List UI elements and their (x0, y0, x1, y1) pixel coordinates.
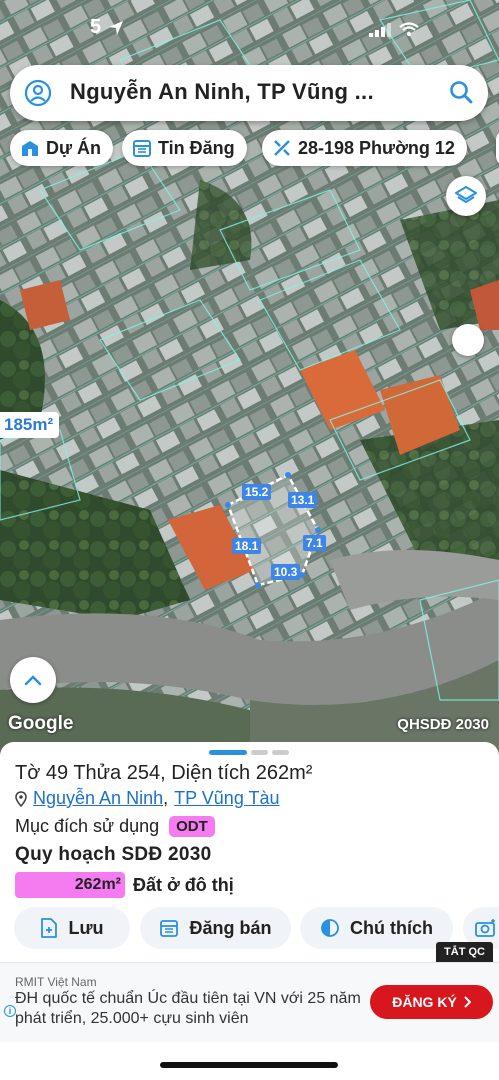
edge-length: 10.3 (271, 564, 301, 580)
wifi-icon (399, 22, 419, 37)
edge-length: 7.1 (303, 535, 326, 551)
sheet-page-indicator (209, 750, 247, 755)
chevron-right-icon (464, 996, 471, 1008)
parcel-title: Tờ 49 Thửa 254, Diện tích 262m² (15, 762, 313, 784)
search-query[interactable]: Nguyễn An Ninh, TP Vũng ... (70, 79, 374, 105)
location-pin-icon (15, 790, 27, 807)
contrast-icon (321, 919, 339, 937)
close-ad-button[interactable]: TẮT QC (436, 942, 493, 962)
filter-label: Dự Án (46, 137, 102, 158)
street-link[interactable]: Nguyễn An Ninh (33, 788, 163, 809)
filter-label: 28-198 Phường 12 (298, 137, 455, 158)
address-separator: , (163, 788, 169, 808)
satellite-map[interactable]: 5 Nguyễn An Ninh, TP Vũng ... Dự Án Tin … (0, 0, 499, 760)
sheet-handle[interactable] (209, 750, 289, 755)
signal-icon (369, 22, 391, 37)
plan-type: Đất ở đô thị (133, 874, 234, 895)
google-logo: Google (8, 713, 74, 734)
filter-label: Tin Đăng (158, 137, 235, 158)
ad-cta-button[interactable]: ĐĂNG KÝ (370, 985, 493, 1019)
neighbor-area-tag[interactable]: 185m² (0, 412, 60, 438)
camera-add-icon (475, 919, 495, 937)
calendar-icon (133, 140, 151, 157)
map-scroll-knob[interactable] (452, 324, 484, 356)
purpose-label: Mục đích sử dụng (15, 816, 160, 836)
legend-button[interactable]: Chú thích (300, 907, 453, 949)
plan-row: 262m² Đất ở đô thị (15, 872, 234, 898)
ad-banner[interactable]: i RMIT Việt Nam ĐH quốc tế chuẩn Úc đầu … (0, 962, 499, 1042)
legend-label: Chú thích (350, 917, 433, 938)
calendar-icon (160, 920, 179, 937)
ad-cta-label: ĐĂNG KÝ (392, 994, 457, 1010)
city-link[interactable]: TP Vũng Tàu (174, 788, 279, 809)
ad-text[interactable]: ĐH quốc tế chuẩn Úc đầu tiên tại VN với … (15, 989, 365, 1029)
chevron-up-icon (24, 675, 42, 686)
plan-area-bar: 262m² (15, 872, 125, 898)
building-icon (22, 141, 38, 156)
plan-title: Quy hoạch SDĐ 2030 (15, 844, 212, 865)
sheet-page-indicator (251, 750, 268, 755)
edge-length: 18.1 (232, 538, 262, 554)
parcel-info-sheet: Tờ 49 Thửa 254, Diện tích 262m² Nguyễn A… (0, 742, 499, 1080)
map-layer-label: QHSDĐ 2030 (397, 716, 489, 733)
save-button[interactable]: Lưu (14, 907, 130, 949)
edge-length: 13.1 (288, 492, 318, 508)
search-bar[interactable]: Nguyễn An Ninh, TP Vũng ... (10, 65, 488, 121)
search-icon[interactable] (448, 79, 474, 105)
parcel-address: Nguyễn An Ninh, TP Vũng Tàu (15, 788, 280, 809)
sheet-page-indicator (272, 750, 289, 755)
layers-icon (455, 186, 477, 203)
filter-plan-sheet[interactable]: 28-198 Phường 12 (262, 130, 467, 166)
purpose-code-badge: ODT (169, 816, 215, 837)
file-plus-icon (41, 918, 58, 938)
user-icon[interactable] (24, 79, 52, 107)
home-indicator[interactable] (160, 1062, 338, 1068)
status-time: 5 (90, 16, 102, 38)
filter-du-an[interactable]: Dự Án (10, 130, 114, 166)
expand-up-button[interactable] (10, 657, 56, 703)
land-use-purpose: Mục đích sử dụng ODT (15, 816, 215, 837)
save-label: Lưu (68, 917, 104, 938)
post-sale-label: Đăng bán (189, 917, 272, 938)
layers-button[interactable] (446, 176, 486, 216)
ad-sponsor: RMIT Việt Nam (15, 975, 97, 989)
post-sale-button[interactable]: Đăng bán (140, 907, 291, 949)
location-arrow-icon (109, 21, 123, 35)
status-bar: 5 (0, 14, 499, 44)
edge-length: 15.2 (242, 484, 272, 500)
plan-area: 262m² (74, 876, 121, 893)
ruler-icon (274, 140, 290, 156)
filter-tin-dang[interactable]: Tin Đăng (122, 130, 247, 166)
